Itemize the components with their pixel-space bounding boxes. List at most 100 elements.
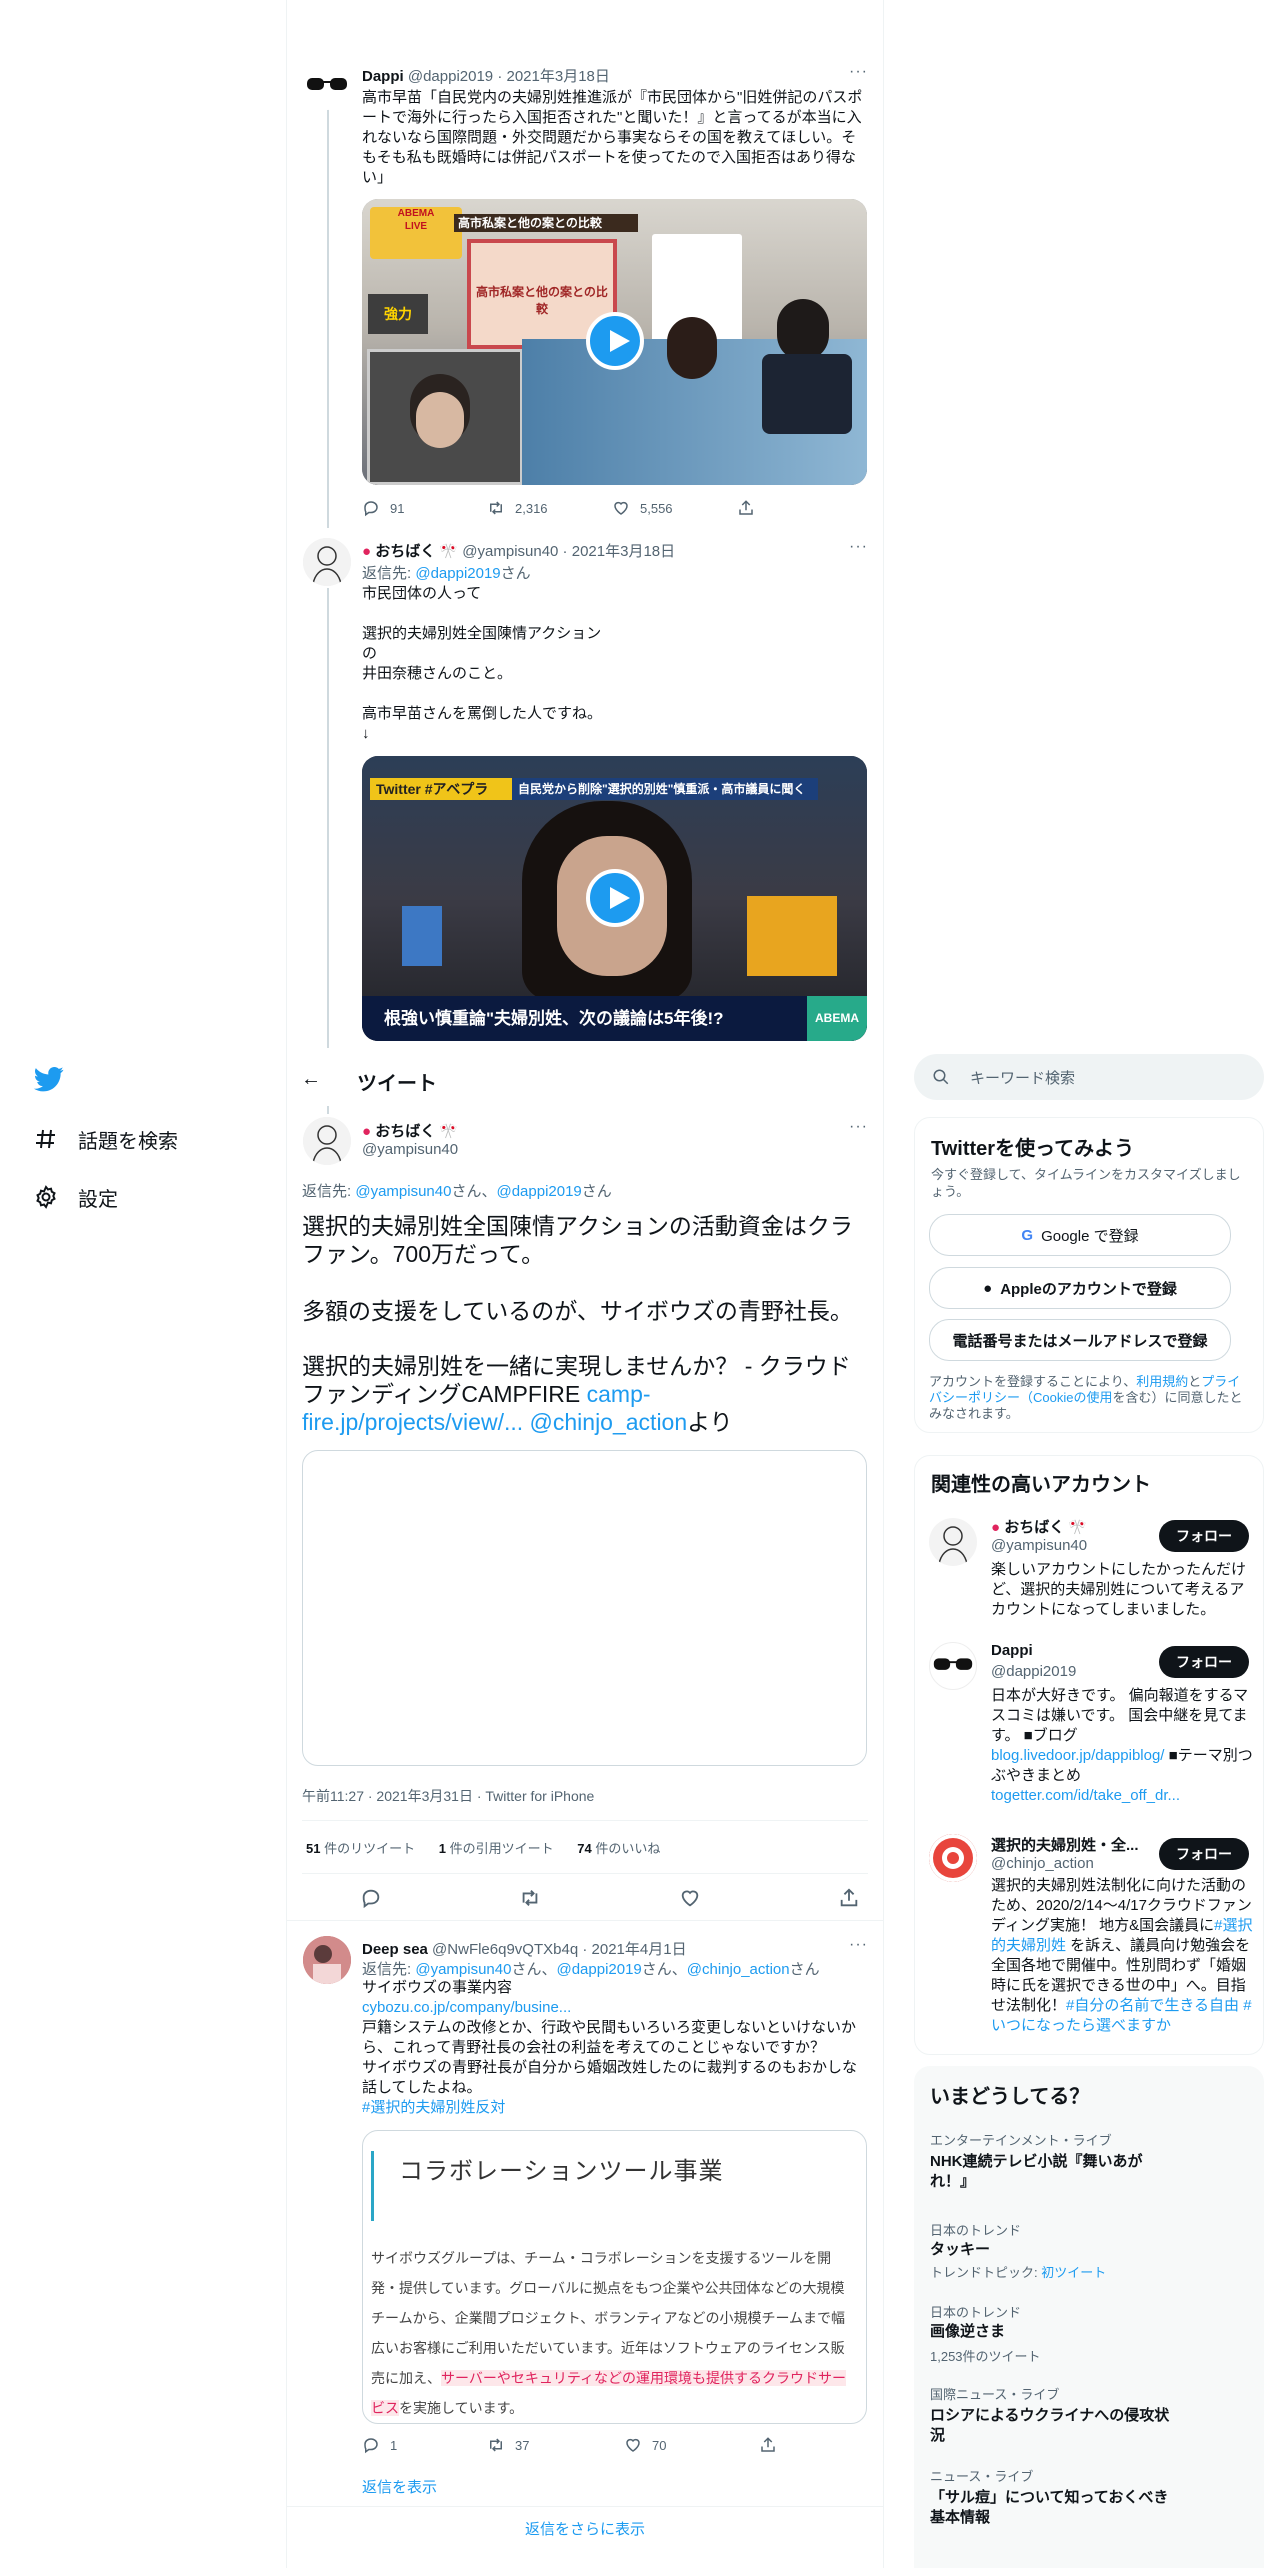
trend-item[interactable]: 日本のトレンド タッキー トレンドトピック: 初ツイート <box>914 2206 1264 2288</box>
avatar[interactable] <box>929 1518 977 1566</box>
cookie-link[interactable]: （Cookieの使用 <box>1020 1390 1112 1405</box>
retweet-icon <box>490 2438 502 2452</box>
back-arrow-icon[interactable]: ← <box>301 1068 321 1091</box>
sketch-avatar-icon <box>303 1117 351 1165</box>
phone-signup-button[interactable]: 電話番号またはメールアドレスで登録 <box>929 1319 1231 1361</box>
author-handle[interactable]: @yampisun40 <box>462 543 558 560</box>
avatar[interactable] <box>303 1117 351 1165</box>
cybozu-link[interactable]: cybozu.co.jp/company/busine... <box>362 1998 864 2018</box>
show-replies-link[interactable]: 返信を表示 <box>362 2476 437 2497</box>
author-name[interactable]: ● おちばく 🎌 <box>362 1120 458 1141</box>
account-handle[interactable]: @chinjo_action <box>991 1855 1094 1872</box>
share-button[interactable] <box>737 499 755 517</box>
play-button[interactable] <box>586 312 644 370</box>
more-icon[interactable]: ··· <box>849 538 868 556</box>
nav-settings[interactable]: 設定 <box>34 1177 118 1217</box>
retweet-count[interactable]: 51 件のリツイート <box>306 1841 415 1856</box>
account-name[interactable]: Dappi <box>991 1642 1033 1659</box>
video-thumbnail[interactable]: Twitter #アベプラ 自民党から削除"選択的別姓"慎重派・高市議員に聞く … <box>362 756 867 1041</box>
link-card[interactable] <box>302 1450 867 1766</box>
quote-count[interactable]: 1 件の引用ツイート <box>439 1841 554 1856</box>
play-button[interactable] <box>586 869 644 927</box>
share-button[interactable] <box>838 1887 860 1909</box>
trend-item[interactable]: ニュース・ライブ 「サル痘」について知っておくべき基本情報 <box>914 2454 1264 2554</box>
account-name[interactable]: ● おちばく 🎌 <box>991 1516 1087 1537</box>
follow-button[interactable]: フォロー <box>1159 1646 1249 1678</box>
hashtag-link[interactable]: #選択的夫婦別姓反対 <box>362 2098 864 2118</box>
person <box>762 354 852 434</box>
account-handle[interactable]: @yampisun40 <box>991 1537 1087 1554</box>
search-input[interactable]: キーワード検索 <box>970 1067 1075 1088</box>
like-button[interactable]: 70 <box>624 2436 759 2454</box>
account-name[interactable]: 選択的夫婦別姓・全... <box>991 1834 1139 1855</box>
trend-category: エンターテインメント・ライブ <box>930 2133 1112 2148</box>
author-name[interactable]: Deep sea <box>362 1941 428 1958</box>
share-button[interactable] <box>759 2436 777 2454</box>
reply-button[interactable] <box>360 1887 382 1909</box>
trend-item[interactable]: 国際ニュース・ライブ ロシアによるウクライナへの侵攻状況 <box>914 2370 1264 2452</box>
retweet-button[interactable]: 2,316 <box>487 499 612 517</box>
tweet-date[interactable]: 2021年3月18日 <box>572 543 675 560</box>
bio-link[interactable]: togetter.com/id/take_off_dr... <box>991 1787 1180 1804</box>
author-name[interactable]: おちばく <box>375 543 435 560</box>
share-icon <box>739 500 753 515</box>
bio-link[interactable]: blog.livedoor.jp/dappiblog/ <box>991 1747 1164 1764</box>
more-icon[interactable]: ··· <box>849 1936 868 1954</box>
like-count[interactable]: 74 件のいいね <box>577 1841 660 1856</box>
mention-link[interactable]: @chinjo_action <box>530 1409 688 1435</box>
like-button[interactable]: 5,556 <box>612 499 737 517</box>
search-bar[interactable]: キーワード検索 <box>914 1054 1264 1100</box>
trend-item[interactable]: エンターテインメント・ライブ NHK連続テレビ小説『舞いあがれ！』 <box>914 2124 1264 2206</box>
reply-icon <box>364 501 378 517</box>
tweet-header: Deep sea @NwFle6q9vQTXb4q · 2021年4月1日 <box>362 1941 687 1958</box>
retweet-button[interactable] <box>519 1887 541 1909</box>
more-icon[interactable]: ··· <box>849 63 868 81</box>
show-more-replies-link[interactable]: 返信をさらに表示 <box>287 2518 883 2539</box>
trend-item[interactable]: 日本のトレンド 画像逆さま 1,253件のツイート <box>914 2288 1264 2370</box>
tweet-text-1: 選択的夫婦別姓全国陳情アクションの活動資金はクラファン。700万だって。 <box>302 1213 853 1267</box>
follow-button[interactable]: フォロー <box>1159 1520 1249 1552</box>
twitter-logo-icon[interactable] <box>32 1064 66 1094</box>
tweet-header: ● おちばく 🎌 @yampisun40 · 2021年3月18日 <box>362 543 676 560</box>
avatar[interactable] <box>303 62 351 110</box>
author-handle[interactable]: @yampisun40 <box>362 1141 458 1158</box>
mention-link[interactable]: @dappi2019 <box>415 565 500 582</box>
tweet-count: 1,253件のツイート <box>930 2349 1041 2364</box>
avatar[interactable] <box>303 538 351 586</box>
mention-link[interactable]: @dappi2019 <box>556 1961 641 1978</box>
apple-signup-button[interactable]: ● Appleのアカウントで登録 <box>929 1267 1231 1309</box>
nav-explore[interactable]: 話題を検索 <box>34 1119 178 1159</box>
video-thumbnail[interactable]: ABEMA LIVE 高市私案と他の案との比較 強力 高市私案と他の案との比較 <box>362 199 867 485</box>
like-button[interactable] <box>679 1887 701 1909</box>
avatar[interactable] <box>929 1834 977 1882</box>
terms-link[interactable]: 利用規約 <box>1136 1374 1188 1389</box>
sunglasses-avatar-icon <box>307 78 347 90</box>
author-handle[interactable]: @NwFle6q9vQTXb4q <box>432 1941 578 1958</box>
network-logo: ABEMA news <box>807 996 867 1041</box>
mention-link[interactable]: @yampisun40 <box>415 1961 511 1978</box>
mention-link[interactable]: @dappi2019 <box>496 1183 581 1200</box>
tweet-date[interactable]: 2021年3月18日 <box>507 68 610 85</box>
avatar[interactable] <box>303 1936 351 1984</box>
mention-link[interactable]: @chinjo_action <box>687 1961 790 1978</box>
retweet-button[interactable]: 37 <box>487 2436 624 2454</box>
reply-button[interactable]: 1 <box>362 2436 487 2454</box>
set-decoration <box>747 896 837 976</box>
google-signup-button[interactable]: G Google で登録 <box>929 1214 1231 1256</box>
more-icon[interactable]: ··· <box>849 1118 868 1136</box>
reply-button[interactable]: 91 <box>362 499 487 517</box>
author-name[interactable]: Dappi <box>362 68 404 85</box>
reply-to: 返信先: @yampisun40さん、@dappi2019さん、@chinjo_… <box>362 1961 820 1978</box>
trend-topic: トレンドトピック: 初ツイート <box>930 2265 1107 2280</box>
embedded-card[interactable]: コラボレーションツール事業 サイボウズグループは、チーム・コラボレーションを支援… <box>362 2130 867 2424</box>
mention-link[interactable]: @yampisun40 <box>355 1183 451 1200</box>
author-handle[interactable]: @dappi2019 <box>408 68 493 85</box>
avatar[interactable] <box>929 1642 977 1690</box>
follow-button[interactable]: フォロー <box>1159 1838 1249 1870</box>
hashtag-link[interactable]: #自分の名前で生きる自由 <box>1066 1997 1239 2014</box>
thread-line <box>327 1106 329 1114</box>
tweet-date[interactable]: 2021年4月1日 <box>592 1941 687 1958</box>
tweet-text-line: サイボウズの事業内容 <box>362 1979 513 1996</box>
account-handle[interactable]: @dappi2019 <box>991 1663 1076 1680</box>
trend-category: ニュース・ライブ <box>930 2469 1034 2484</box>
